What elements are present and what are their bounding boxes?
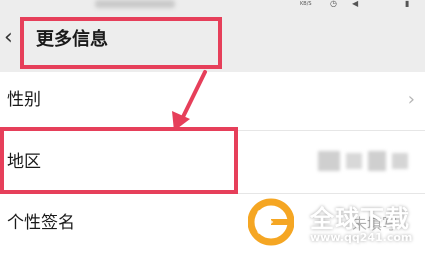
watermark-logo-icon — [248, 198, 294, 246]
watermark-url: www.qq241.com — [310, 231, 413, 244]
watermark: 全球下载 www.qq241.com — [248, 193, 425, 253]
watermark-title: 全球下载 — [310, 205, 410, 233]
